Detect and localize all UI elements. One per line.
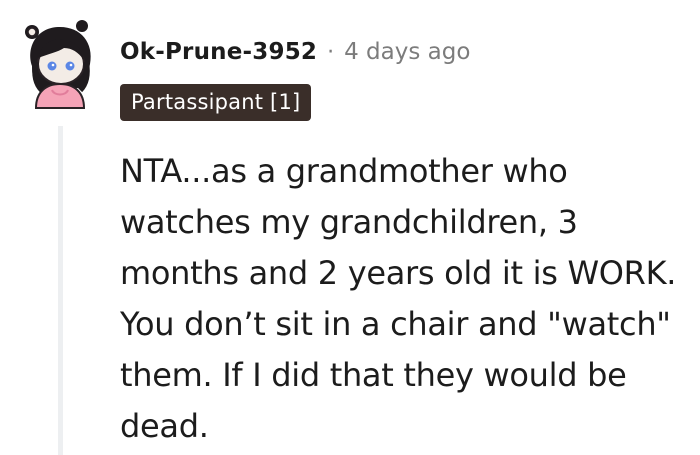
comment-body: NTA...as a grandmother who watches my gr… xyxy=(120,152,677,445)
avatar[interactable] xyxy=(18,18,102,110)
comment: Ok-Prune-3952 · 4 days ago Partassipant … xyxy=(0,0,700,455)
snoo-avatar-icon xyxy=(25,20,91,109)
meta-separator: · xyxy=(327,39,335,65)
thread-line[interactable] xyxy=(58,126,63,455)
username-link[interactable]: Ok-Prune-3952 xyxy=(120,39,317,65)
timestamp-link[interactable]: 4 days ago xyxy=(344,39,470,65)
user-flair-badge: Partassipant [1] xyxy=(120,84,312,121)
comment-meta: Ok-Prune-3952 · 4 days ago xyxy=(120,32,470,72)
